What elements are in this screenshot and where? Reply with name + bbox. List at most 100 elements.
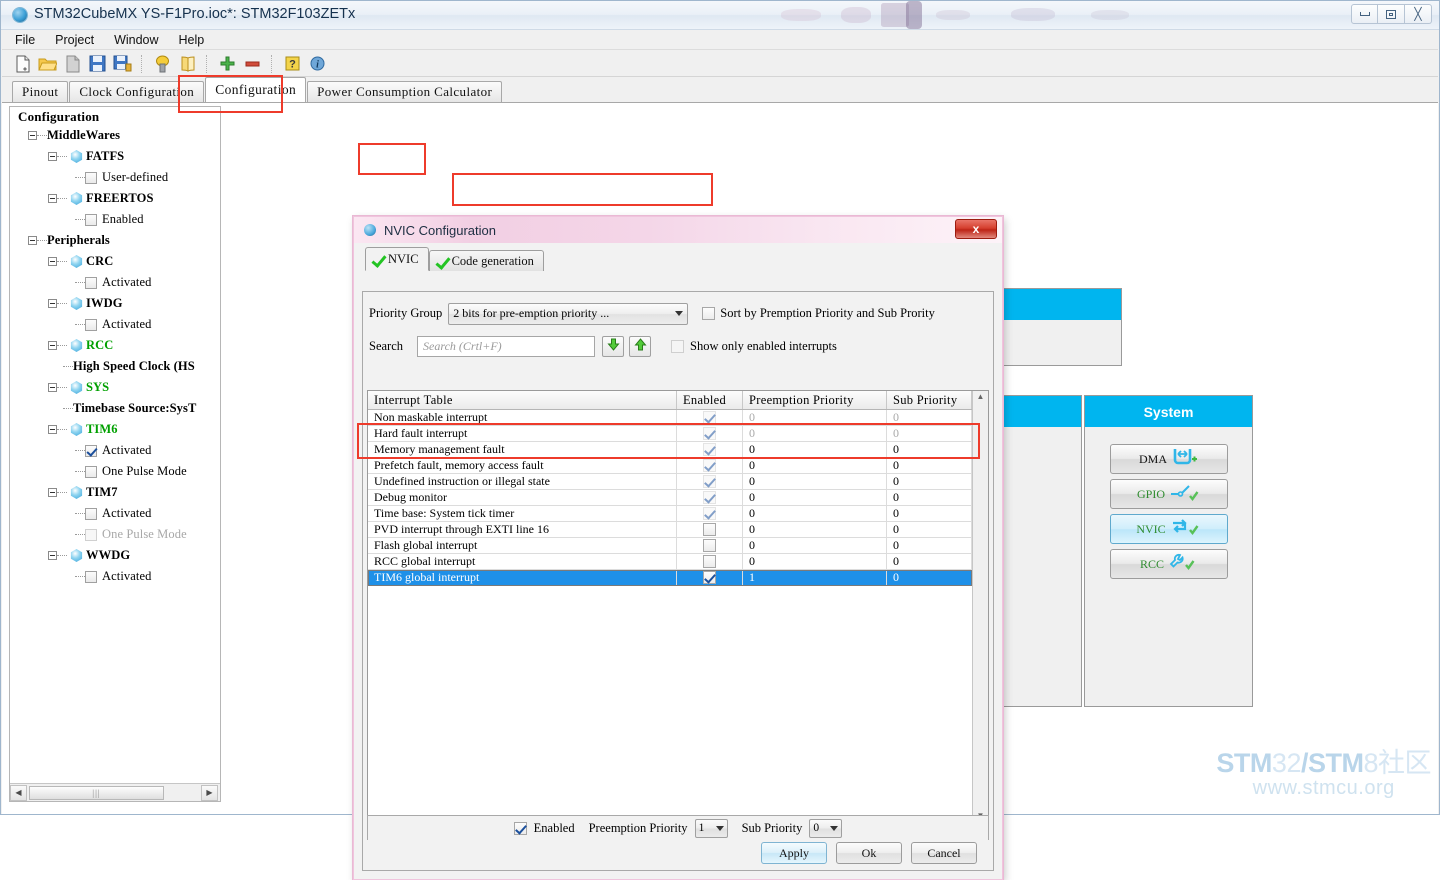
rcc-button[interactable]: RCC (1109, 549, 1228, 579)
cell-enabled[interactable] (677, 410, 743, 425)
cell-enabled[interactable] (677, 442, 743, 457)
table-row[interactable]: TIM6 global interrupt 1 0 (368, 570, 972, 586)
report-icon[interactable] (175, 53, 200, 75)
collapse-icon[interactable] (48, 425, 57, 434)
table-row[interactable]: Non maskable interrupt 0 0 (368, 410, 972, 426)
tree-item-tim6[interactable]: TIM6 (10, 419, 220, 440)
tab-clock-configuration[interactable]: Clock Configuration (69, 81, 205, 102)
column-header-preemption-priority[interactable]: Preemption Priority (743, 391, 887, 409)
enabled-checkbox[interactable] (513, 821, 527, 835)
checkbox-enabled[interactable] (703, 571, 716, 584)
tree-leaf-tim6-activated[interactable]: Activated (10, 440, 220, 461)
tree-item-tim7[interactable]: TIM7 (10, 482, 220, 503)
table-row[interactable]: Debug monitor 0 0 (368, 490, 972, 506)
cell-enabled[interactable] (677, 426, 743, 441)
collapse-icon[interactable] (48, 299, 57, 308)
cell-enabled[interactable] (677, 522, 743, 537)
minimize-button[interactable] (1351, 4, 1378, 24)
show-only-enabled-checkbox[interactable] (671, 340, 685, 353)
dialog-close-button[interactable]: x (955, 219, 997, 239)
page-icon[interactable] (60, 53, 85, 75)
scroll-left-icon[interactable]: ◀ (10, 784, 27, 801)
checkbox-wwdg-activated[interactable] (85, 570, 97, 583)
collapse-icon[interactable] (48, 257, 57, 266)
tab-code-generation[interactable]: Code generation (428, 250, 544, 271)
tab-nvic[interactable]: NVIC (365, 247, 429, 271)
column-header-sub-priority[interactable]: Sub Priority (887, 391, 972, 409)
checkbox-tim6-one-pulse-mode[interactable] (85, 465, 97, 478)
checkbox-iwdg-activated[interactable] (85, 318, 97, 331)
tree-leaf-wwdg-activated[interactable]: Activated (10, 566, 220, 587)
table-row[interactable]: Hard fault interrupt 0 0 (368, 426, 972, 442)
save-as-icon[interactable] (110, 53, 135, 75)
collapse-icon[interactable] (48, 383, 57, 392)
tree-item-crc[interactable]: CRC (10, 251, 220, 272)
sub-priority-select[interactable]: 0 (809, 818, 843, 838)
table-vertical-scrollbar[interactable]: ▲ ▼ (972, 391, 988, 821)
zoom-in-icon[interactable] (215, 53, 240, 75)
menu-help[interactable]: Help (176, 32, 208, 48)
about-icon[interactable]: i (305, 53, 330, 75)
tree-group-middlewares[interactable]: MiddleWares (10, 125, 220, 146)
checkbox-enabled[interactable] (703, 539, 716, 552)
table-row[interactable]: Undefined instruction or illegal state 0… (368, 474, 972, 490)
help-icon[interactable]: ? (280, 53, 305, 75)
sort-by-priority-checkbox[interactable] (702, 307, 716, 320)
table-row[interactable]: Memory management fault 0 0 (368, 442, 972, 458)
tree-leaf-enabled[interactable]: Enabled (10, 209, 220, 230)
tree-leaf-tim6-one-pulse-mode[interactable]: One Pulse Mode (10, 461, 220, 482)
tree-item-iwdg[interactable]: IWDG (10, 293, 220, 314)
maximize-button[interactable] (1378, 4, 1405, 24)
scroll-right-icon[interactable]: ▶ (201, 784, 218, 801)
tab-power-consumption-calculator[interactable]: Power Consumption Calculator (307, 81, 503, 102)
tree-leaf-crc-activated[interactable]: Activated (10, 272, 220, 293)
column-header-enabled[interactable]: Enabled (677, 391, 743, 409)
scroll-up-icon[interactable]: ▲ (977, 392, 985, 401)
cancel-button[interactable]: Cancel (911, 842, 977, 864)
table-row[interactable]: Prefetch fault, memory access fault 0 0 (368, 458, 972, 474)
collapse-icon[interactable] (48, 488, 57, 497)
column-header-interrupt-table[interactable]: Interrupt Table (368, 391, 677, 409)
collapse-icon[interactable] (48, 341, 57, 350)
table-row[interactable]: Flash global interrupt 0 0 (368, 538, 972, 554)
open-project-icon[interactable] (35, 53, 60, 75)
collapse-icon[interactable] (48, 152, 57, 161)
menu-window[interactable]: Window (111, 32, 161, 48)
tree-leaf-tim7-activated[interactable]: Activated (10, 503, 220, 524)
cell-enabled[interactable] (677, 490, 743, 505)
checkbox-user-defined[interactable] (85, 171, 97, 184)
scrollbar-thumb[interactable]: ||| (29, 785, 164, 800)
tab-configuration[interactable]: Configuration (205, 77, 307, 102)
zoom-out-icon[interactable] (240, 53, 265, 75)
collapse-icon[interactable] (48, 551, 57, 560)
nvic-button[interactable]: NVIC (1109, 514, 1228, 544)
tree-group-peripherals[interactable]: Peripherals (10, 230, 220, 251)
cell-enabled[interactable] (677, 474, 743, 489)
new-project-icon[interactable] (10, 53, 35, 75)
tab-pinout[interactable]: Pinout (12, 81, 69, 102)
checkbox-tim7-activated[interactable] (85, 507, 97, 520)
cell-enabled[interactable] (677, 554, 743, 569)
search-input[interactable]: Search (Crtl+F) (417, 336, 596, 357)
preemption-priority-select[interactable]: 1 (694, 818, 728, 838)
close-button[interactable]: ╳ (1405, 4, 1432, 24)
tree-item-fatfs[interactable]: FATFS (10, 146, 220, 167)
table-row[interactable]: RCC global interrupt 0 0 (368, 554, 972, 570)
checkbox-tim6-activated[interactable] (85, 444, 97, 457)
tree-leaf-user-defined[interactable]: User-defined (10, 167, 220, 188)
search-next-button[interactable] (602, 336, 625, 357)
tree-item-wwdg[interactable]: WWDG (10, 545, 220, 566)
tree-leaf-rcc-hsclock[interactable]: High Speed Clock (HS (10, 356, 220, 377)
save-icon[interactable] (85, 53, 110, 75)
collapse-icon[interactable] (28, 236, 37, 245)
checkbox-enabled[interactable] (703, 523, 716, 536)
cell-enabled[interactable] (677, 538, 743, 553)
collapse-icon[interactable] (28, 131, 37, 140)
menu-project[interactable]: Project (52, 32, 97, 48)
search-previous-button[interactable] (629, 336, 652, 357)
checkbox-freertos-enabled[interactable] (85, 213, 97, 226)
tree-item-rcc[interactable]: RCC (10, 335, 220, 356)
collapse-icon[interactable] (48, 194, 57, 203)
dma-button[interactable]: DMA (1109, 444, 1228, 474)
tree-leaf-sys-timebase[interactable]: Timebase Source:SysT (10, 398, 220, 419)
